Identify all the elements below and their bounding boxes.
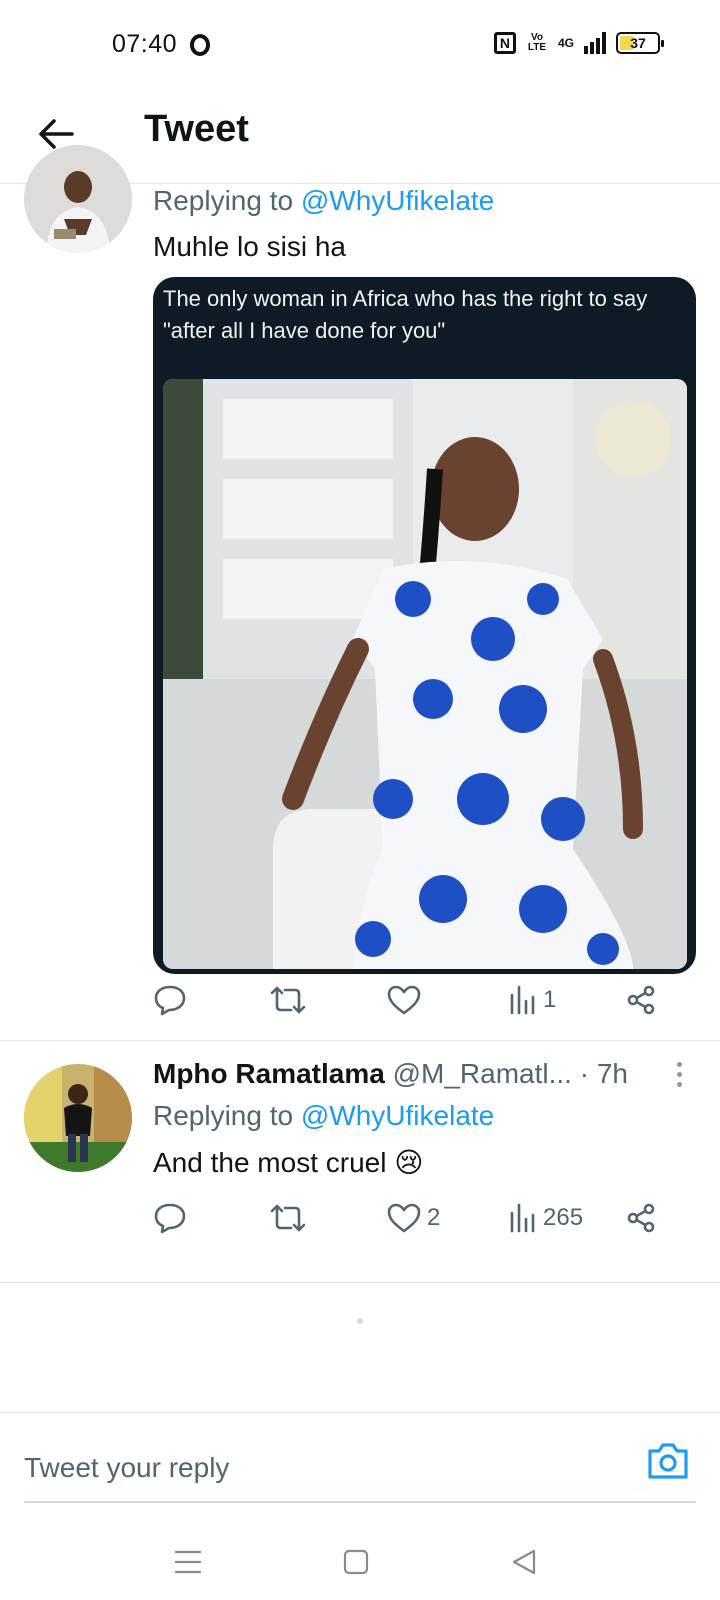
status-notification-icon: [190, 34, 210, 56]
author-line: Mpho Ramatlama @M_Ramatl... · 7h: [153, 1058, 683, 1090]
square-icon: [343, 1549, 369, 1575]
reply-composer: [0, 1412, 720, 1522]
tweet-actions: 1: [153, 980, 673, 1020]
media-caption: The only woman in Africa who has the rig…: [163, 286, 648, 343]
likes-count: 2: [427, 1204, 441, 1231]
nfc-icon: N: [493, 32, 516, 54]
retweet-icon: [270, 1204, 306, 1232]
network-type: 4G: [557, 36, 574, 50]
share-button[interactable]: [625, 1198, 657, 1238]
share-button[interactable]: [625, 980, 657, 1020]
views-icon: [510, 1203, 535, 1233]
heart-icon: [387, 1203, 421, 1233]
views-count: 265: [543, 1204, 584, 1231]
heart-icon: [387, 985, 421, 1015]
nav-back-button[interactable]: [504, 1542, 544, 1582]
replying-to-label: Replying to: [153, 1100, 294, 1131]
avatar[interactable]: [24, 1064, 132, 1172]
like-button[interactable]: 2: [387, 1198, 440, 1238]
reply-icon: [154, 985, 186, 1016]
reply-input-underline: [24, 1501, 696, 1503]
menu-icon: [174, 1550, 202, 1574]
tweet-text: Muhle lo sisi ha: [153, 231, 346, 262]
triangle-back-icon: [512, 1549, 536, 1575]
replying-to: Replying to @WhyUfikelate: [153, 1100, 494, 1132]
replying-to-label: Replying to: [153, 185, 294, 216]
retweet-button[interactable]: [269, 1198, 307, 1238]
status-icons: N Vo LTE 4G 37: [493, 32, 664, 54]
signal-icon: [584, 32, 606, 54]
divider: [0, 1282, 720, 1283]
retweet-button[interactable]: [269, 980, 307, 1020]
nav-menu-button[interactable]: [168, 1542, 208, 1582]
page-title: Tweet: [144, 108, 249, 150]
status-bar: 07:40 N Vo LTE 4G 37: [0, 0, 720, 90]
views-button[interactable]: 1: [509, 980, 556, 1020]
retweet-icon: [270, 986, 306, 1014]
like-button[interactable]: [387, 980, 421, 1020]
avatar[interactable]: [24, 145, 132, 253]
divider: [0, 1040, 720, 1041]
tweet-text: And the most cruel 😢: [153, 1147, 424, 1178]
reply-button[interactable]: [153, 1198, 187, 1238]
replying-to: Replying to @WhyUfikelate: [153, 185, 494, 217]
battery-level: 37: [630, 35, 646, 51]
replying-to-handle[interactable]: @WhyUfikelate: [301, 1100, 494, 1131]
loading-indicator: [357, 1318, 363, 1324]
share-icon: [627, 985, 655, 1015]
system-nav-bar: [0, 1522, 720, 1600]
tweet-time: · 7h: [579, 1058, 628, 1089]
author-name[interactable]: Mpho Ramatlama: [153, 1058, 385, 1089]
views-icon: [510, 985, 535, 1015]
reply-button[interactable]: [153, 980, 187, 1020]
tweet-reply-2[interactable]: Mpho Ramatlama @M_Ramatl... · 7h Replyin…: [0, 1058, 720, 1258]
tweet-reply-1[interactable]: Replying to @WhyUfikelate Muhle lo sisi …: [0, 145, 720, 1040]
more-options-icon[interactable]: [674, 1062, 684, 1092]
tweet-media[interactable]: The only woman in Africa who has the rig…: [153, 277, 696, 974]
reply-input[interactable]: [24, 1443, 624, 1493]
camera-icon: [648, 1443, 688, 1479]
nav-home-button[interactable]: [336, 1542, 376, 1582]
views-count: 1: [543, 986, 557, 1013]
camera-button[interactable]: [646, 1441, 690, 1481]
tweet-actions: 2 265: [153, 1198, 673, 1238]
views-button[interactable]: 265: [509, 1198, 583, 1238]
replying-to-handle[interactable]: @WhyUfikelate: [301, 185, 494, 216]
battery-icon: 37: [616, 32, 664, 54]
volte-icon: Vo LTE: [527, 32, 547, 53]
share-icon: [627, 1203, 655, 1233]
reply-icon: [154, 1203, 186, 1234]
status-time: 07:40: [112, 30, 178, 58]
media-photo[interactable]: [163, 379, 687, 969]
author-handle[interactable]: @M_Ramatl...: [393, 1058, 572, 1089]
